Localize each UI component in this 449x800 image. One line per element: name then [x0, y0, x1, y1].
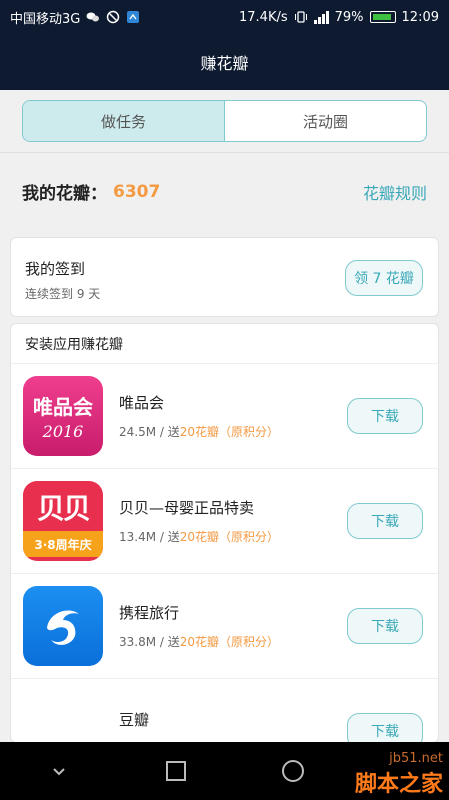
dolphin-icon — [47, 610, 79, 645]
install-apps-card: 安装应用赚花瓣 唯品会 2016 唯品会 24.5M / 送20花瓣（原积分） … — [10, 323, 439, 743]
app-meta: 24.5M / 送20花瓣（原积分） — [119, 425, 280, 439]
carrier-label: 中国移动3G — [10, 11, 81, 27]
app-row-douban[interactable]: 豆瓣 下载 — [11, 679, 438, 742]
wechat-icon — [86, 12, 100, 22]
download-button[interactable]: 下载 — [347, 713, 423, 742]
page-title: 赚花瓣 — [200, 54, 249, 73]
beibei-app-icon: 贝贝 3·8周年庆 — [23, 481, 103, 561]
app-size: 13.4M — [119, 530, 157, 544]
app-reward: 20花瓣（原积分） — [179, 425, 280, 439]
section-header: 安装应用赚花瓣 — [11, 324, 438, 364]
back-button[interactable] — [29, 751, 89, 791]
square-icon — [165, 761, 186, 781]
status-bar: 中国移动3G 17.4K/s 79% 12:09 — [0, 0, 449, 34]
home-button[interactable] — [263, 751, 323, 791]
petal-rules-link[interactable]: 花瓣规则 — [363, 180, 427, 204]
ctrip-app-icon — [23, 586, 103, 666]
petals-summary: 我的花瓣： 6307 花瓣规则 — [0, 152, 449, 230]
battery-icon — [369, 11, 396, 23]
clock: 12:09 — [401, 9, 439, 25]
blocked-icon — [107, 10, 120, 24]
download-button[interactable]: 下载 — [347, 503, 423, 539]
vibrate-icon — [294, 11, 307, 23]
app-size: 24.5M — [119, 425, 157, 439]
app-row-ctrip[interactable]: 携程旅行 33.8M / 送20花瓣（原积分） 下载 — [11, 574, 438, 679]
download-button[interactable]: 下载 — [347, 608, 423, 644]
download-button[interactable]: 下载 — [347, 398, 423, 434]
chevron-down-icon — [52, 768, 65, 776]
app-notification-icon — [127, 11, 140, 23]
title-bar: 赚花瓣 — [0, 34, 449, 90]
app-name: 豆瓣 — [119, 711, 150, 729]
tab-tasks[interactable]: 做任务 — [23, 101, 224, 141]
network-speed: 17.4K/s — [239, 9, 288, 25]
battery-percent: 79% — [334, 9, 364, 25]
app-size: 33.8M — [119, 635, 157, 649]
petals-label: 我的花瓣： — [22, 184, 107, 204]
app-reward: 20花瓣（原积分） — [179, 635, 280, 649]
watermark: jb51.net 脚本之家 — [354, 751, 443, 797]
app-name: 唯品会 — [119, 394, 165, 412]
app-name: 携程旅行 — [119, 604, 180, 622]
claim-petals-button[interactable]: 领 7 花瓣 — [345, 260, 423, 296]
signal-icon — [313, 10, 329, 24]
circle-icon — [282, 760, 305, 782]
app-reward: 20花瓣（原积分） — [179, 530, 280, 544]
tab-bar-container: 做任务 活动圈 — [0, 90, 449, 152]
vipshop-app-icon: 唯品会 2016 — [23, 376, 103, 456]
app-row-vipshop[interactable]: 唯品会 2016 唯品会 24.5M / 送20花瓣（原积分） 下载 — [11, 364, 438, 469]
app-meta: 33.8M / 送20花瓣（原积分） — [119, 635, 280, 649]
tab-activity-circle[interactable]: 活动圈 — [224, 101, 426, 141]
app-meta: 13.4M / 送20花瓣（原积分） — [119, 530, 280, 544]
app-name: 贝贝—母婴正品特卖 — [119, 499, 255, 517]
douban-app-icon — [23, 691, 103, 742]
app-row-beibei[interactable]: 贝贝 3·8周年庆 贝贝—母婴正品特卖 13.4M / 送20花瓣（原积分） 下… — [11, 469, 438, 574]
tab-bar: 做任务 活动圈 — [22, 100, 427, 142]
signin-card: 我的签到 连续签到 9 天 领 7 花瓣 — [10, 237, 439, 317]
recents-button[interactable] — [146, 751, 206, 791]
petals-count: 6307 — [113, 181, 161, 202]
